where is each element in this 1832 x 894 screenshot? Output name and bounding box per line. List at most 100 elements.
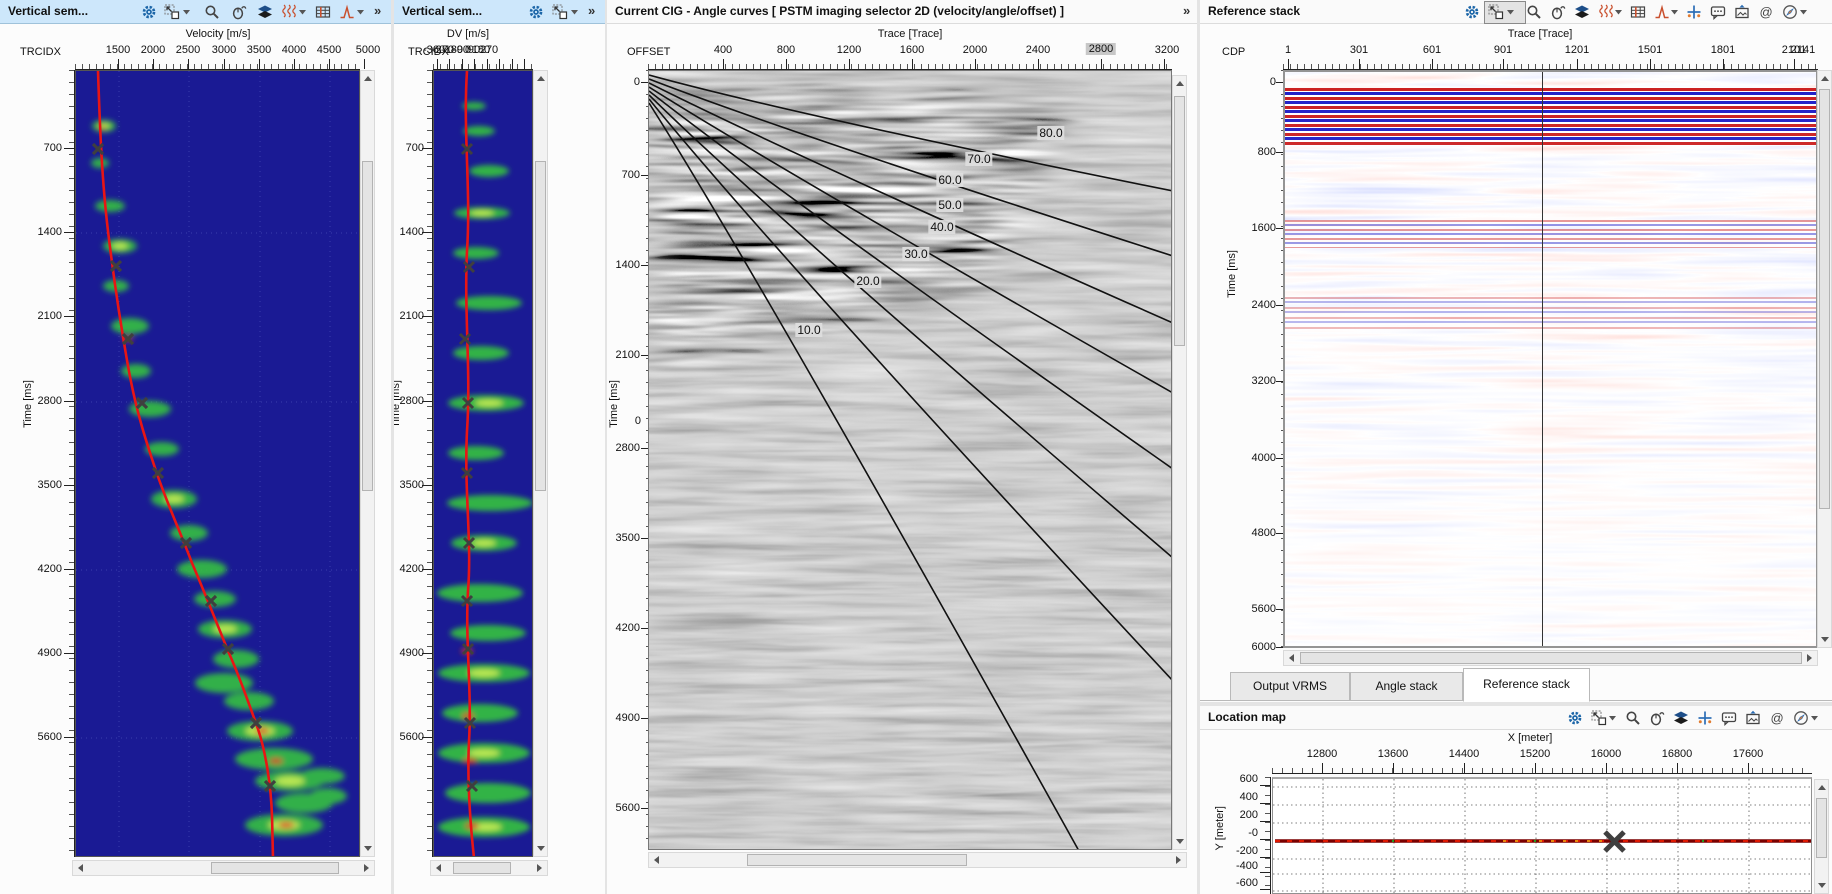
x-tick-label: 3500 [247,44,271,56]
cig-gather-plot[interactable]: 10.0 20.0 30.0 40.0 50.0 60.0 70.0 80.0 [648,70,1172,850]
x-tick-label: 4500 [317,44,341,56]
horizontal-scrollbar-thumb[interactable] [1300,652,1802,664]
vertical-scrollbar[interactable] [1172,75,1187,850]
wiggle-dropdown-icon[interactable] [1614,8,1623,16]
x-tick-label: 15200 [1520,748,1551,760]
x-tick-label: 2500 [176,44,200,56]
horizontal-scrollbar-thumb[interactable] [453,862,511,874]
layers-icon[interactable] [1672,709,1690,727]
mouse-mode-icon[interactable] [230,3,248,21]
fit-view-dropdown-icon[interactable] [1608,714,1617,722]
vertical-scrollbar-thumb[interactable] [362,161,373,491]
map-header: Location map [1200,706,1832,730]
corner-label-cdp: CDP [1222,46,1245,58]
wiggle-display-icon[interactable] [280,3,298,21]
histogram-dropdown-icon[interactable] [1670,8,1679,16]
vertical-scrollbar-thumb[interactable] [1819,89,1830,509]
semblance-dv-graphic [434,71,533,857]
toolbar-overflow-chevron[interactable]: » [588,3,594,18]
pointer-position-icon[interactable] [1685,3,1703,21]
y-tick-label: 5600 [34,731,62,743]
horizontal-scrollbar[interactable] [648,852,1187,868]
horizontal-scrollbar[interactable] [1283,650,1818,666]
horizontal-scrollbar-thumb[interactable] [747,854,967,866]
stack-section-plot[interactable] [1283,70,1818,648]
fit-view-dropdown-icon[interactable] [1506,8,1515,16]
histogram-dropdown-icon[interactable] [356,8,365,16]
horizontal-scrollbar[interactable] [72,860,375,876]
wiggle-display-icon[interactable] [1597,3,1615,21]
fit-view-icon[interactable] [1590,709,1608,727]
compass-icon[interactable] [1792,709,1810,727]
fit-view-dropdown-icon[interactable] [570,8,579,16]
vertical-scrollbar[interactable] [1814,779,1829,894]
histogram-icon[interactable] [338,3,356,21]
x-tick-label: 1200 [837,44,861,56]
vertical-scrollbar[interactable] [533,70,548,857]
horizontal-scrollbar-thumb[interactable] [211,862,339,874]
mouse-mode-icon[interactable] [1549,3,1567,21]
spreadsheet-icon[interactable] [314,3,332,21]
x-tick-label: 4000 [282,44,306,56]
x-tick-label: 16800 [1662,748,1693,760]
annotation-icon[interactable] [1720,709,1738,727]
export-image-icon[interactable] [1744,709,1762,727]
settings-gear-icon[interactable] [1566,709,1584,727]
export-image-icon[interactable] [1733,3,1751,21]
angle-curve-label: 20.0 [854,274,881,288]
x-tick-label-selected[interactable]: 2800 [1086,43,1116,55]
toolbar-overflow-chevron[interactable]: » [1183,3,1189,18]
pointer-position-icon[interactable] [1696,709,1714,727]
tab-angle-stack[interactable]: Angle stack [1350,672,1463,701]
locate-icon[interactable] [1768,709,1786,727]
vertical-scrollbar[interactable] [360,70,375,857]
y-tick-label: 3500 [614,532,640,544]
locate-icon[interactable] [1757,3,1775,21]
compass-dropdown-icon[interactable] [1810,714,1819,722]
location-map-plot[interactable] [1272,777,1812,894]
semblance-velocity-plot[interactable] [75,70,360,857]
vertical-scrollbar-thumb[interactable] [1174,96,1185,346]
toolbar-overflow-chevron[interactable]: » [374,3,380,18]
tab-output-vrms[interactable]: Output VRMS [1230,672,1350,701]
location-map-graphic [1273,779,1812,894]
y-tick-label: 0 [1240,76,1276,88]
semblance-dv-plot[interactable] [433,70,533,857]
layers-icon[interactable] [256,3,274,21]
y-tick-label: -200 [1231,845,1258,857]
layers-icon[interactable] [1573,3,1591,21]
y-tick-label: 700 [34,142,62,154]
corner-label-trcidx: TRCIDX [20,46,61,58]
x-axis-title: Velocity [m/s] [186,28,251,40]
spreadsheet-icon[interactable] [1629,3,1647,21]
settings-gear-icon[interactable] [140,3,158,21]
x-tick-label: 16000 [1591,748,1622,760]
y-axis-title: Y [meter] [1214,806,1226,850]
fit-view-icon[interactable] [1487,3,1505,21]
horizontal-scrollbar[interactable] [430,860,548,876]
zoom-tool-icon[interactable] [1525,3,1543,21]
x-axis-ticks [1272,762,1812,774]
fit-view-icon[interactable] [551,3,569,21]
x-tick-label: 1500 [106,44,130,56]
vertical-scrollbar-thumb[interactable] [535,161,546,491]
fit-view-icon[interactable] [163,3,181,21]
vertical-scrollbar-thumb[interactable] [1816,798,1827,858]
zoom-tool-icon[interactable] [203,3,221,21]
vertical-scrollbar[interactable] [1817,70,1832,648]
angle-curve-label: 50.0 [936,198,963,212]
annotation-icon[interactable] [1709,3,1727,21]
mouse-mode-icon[interactable] [1648,709,1666,727]
zoom-tool-icon[interactable] [1624,709,1642,727]
dv-pick-curve[interactable] [466,71,474,857]
compass-icon[interactable] [1781,3,1799,21]
y-tick-label: 2100 [34,310,62,322]
angle-curve-label: 70.0 [965,152,992,166]
fit-view-dropdown-icon[interactable] [182,8,191,16]
compass-dropdown-icon[interactable] [1799,8,1808,16]
wiggle-dropdown-icon[interactable] [298,8,307,16]
settings-gear-icon[interactable] [1463,3,1481,21]
settings-gear-icon[interactable] [527,3,545,21]
tab-reference-stack[interactable]: Reference stack [1463,668,1590,702]
histogram-icon[interactable] [1653,3,1671,21]
